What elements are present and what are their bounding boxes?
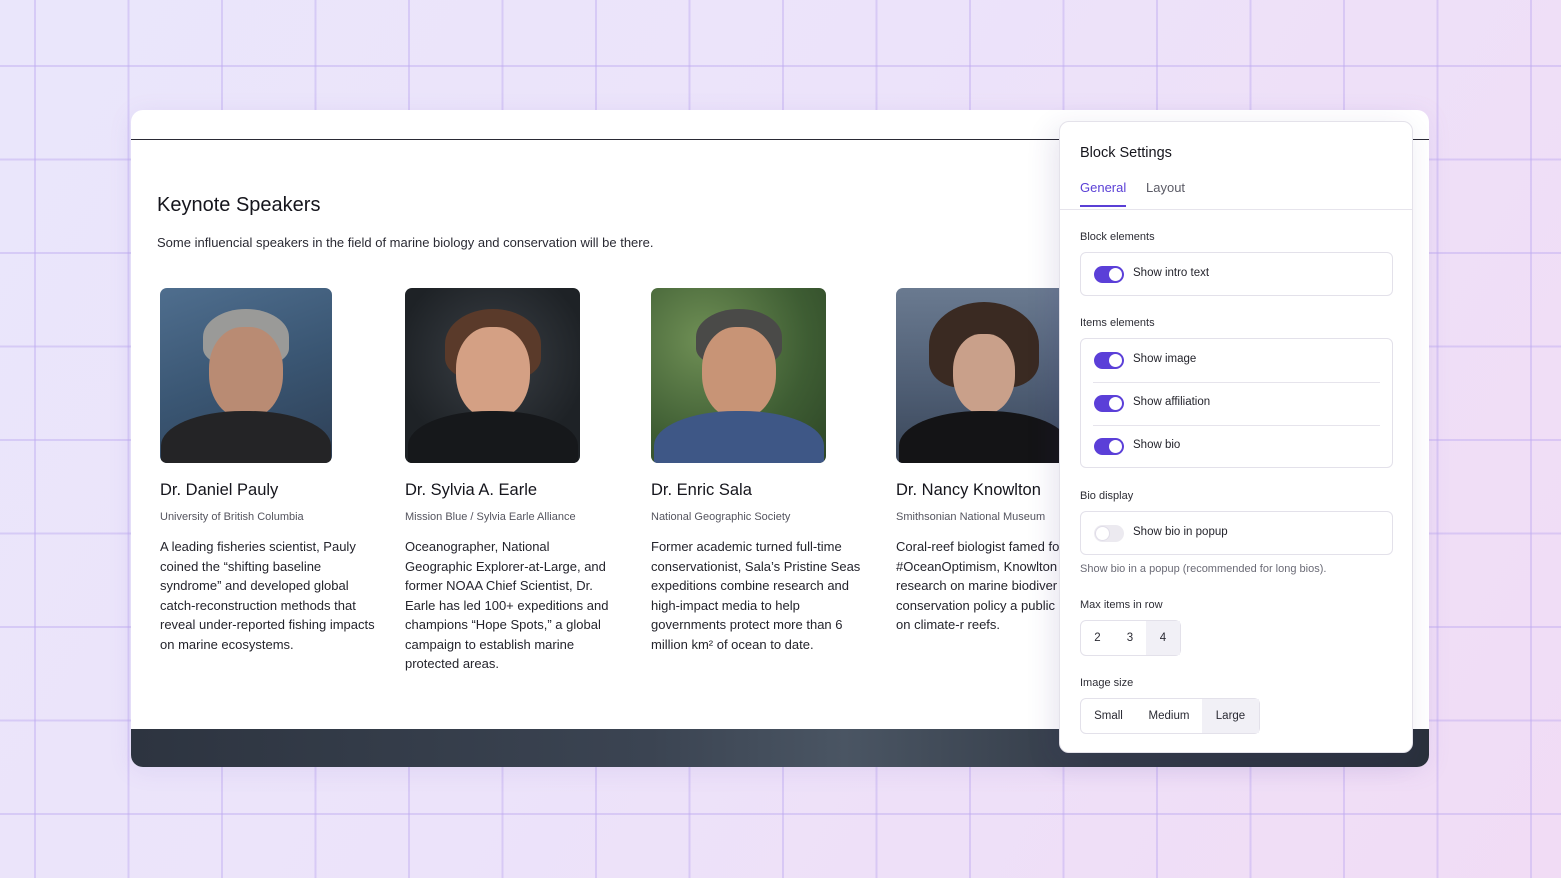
toggle-label: Show image [1133, 353, 1197, 365]
image-size-medium[interactable]: Medium [1136, 699, 1202, 733]
bio-help-text: Show bio in a popup (recommended for lon… [1080, 563, 1327, 575]
settings-tabs: General Layout [1060, 180, 1412, 210]
show-intro-text-toggle[interactable] [1094, 266, 1124, 283]
show-bio-in-popup-toggle[interactable] [1094, 525, 1124, 542]
section-title: Keynote Speakers [157, 194, 321, 216]
speaker-affiliation: Smithsonian National Museum [896, 511, 1046, 523]
image-size-selector: Small Medium Large [1080, 698, 1260, 734]
speaker-bio: Coral-reef biologist famed fo #OceanOpti… [896, 539, 1061, 632]
speaker-card: Dr. Nancy Knowlton Smithsonian National … [896, 288, 1061, 635]
max-items-option-2[interactable]: 2 [1081, 621, 1114, 655]
speaker-card: Dr. Sylvia A. Earle Mission Blue / Sylvi… [405, 288, 620, 674]
show-bio-toggle[interactable] [1094, 438, 1124, 455]
toggle-row-show-bio: Show bio [1081, 425, 1392, 468]
speaker-affiliation: University of British Columbia [160, 511, 304, 523]
bio-display-label: Bio display [1080, 490, 1134, 502]
speaker-bio: Oceanographer, National Geographic Explo… [405, 539, 609, 671]
tab-layout[interactable]: Layout [1146, 180, 1185, 205]
speaker-photo [651, 288, 826, 463]
toggle-row-show-bio-in-popup: Show bio in popup [1081, 512, 1392, 555]
toggle-label: Show bio in popup [1133, 526, 1228, 538]
speaker-name: Dr. Nancy Knowlton [896, 481, 1041, 499]
bio-display-group: Show bio in popup [1080, 511, 1393, 555]
image-size-large[interactable]: Large [1202, 699, 1259, 733]
speaker-name: Dr. Daniel Pauly [160, 481, 279, 499]
toggle-row-show-image: Show image [1081, 339, 1392, 382]
toggle-row-show-affiliation: Show affiliation [1081, 382, 1392, 425]
speaker-photo [405, 288, 580, 463]
settings-title: Block Settings [1080, 145, 1172, 161]
max-items-selector: 2 3 4 [1080, 620, 1181, 656]
speaker-name: Dr. Sylvia A. Earle [405, 481, 538, 499]
speaker-card: Dr. Daniel Pauly University of British C… [160, 288, 375, 654]
speaker-card: Dr. Enric Sala National Geographic Socie… [651, 288, 866, 654]
items-elements-label: Items elements [1080, 317, 1155, 329]
show-image-toggle[interactable] [1094, 352, 1124, 369]
block-settings-panel: Block Settings General Layout Block elem… [1059, 121, 1413, 753]
speaker-affiliation: Mission Blue / Sylvia Earle Alliance [405, 511, 576, 523]
section-intro: Some influencial speakers in the field o… [157, 235, 654, 250]
block-elements-group: Show intro text [1080, 252, 1393, 296]
block-elements-label: Block elements [1080, 231, 1155, 243]
max-items-option-3[interactable]: 3 [1114, 621, 1146, 655]
max-items-label: Max items in row [1080, 599, 1163, 611]
toggle-label: Show bio [1133, 439, 1181, 451]
speaker-name: Dr. Enric Sala [651, 481, 752, 499]
speaker-photo [896, 288, 1061, 463]
toggle-label: Show intro text [1133, 267, 1210, 279]
image-size-small[interactable]: Small [1081, 699, 1136, 733]
speaker-bio: A leading fisheries scientist, Pauly coi… [160, 539, 375, 652]
tab-general[interactable]: General [1080, 180, 1127, 207]
speaker-photo [160, 288, 332, 463]
items-elements-group: Show image Show affiliation Show bio [1080, 338, 1393, 468]
image-size-label: Image size [1080, 677, 1134, 689]
toggle-row-show-intro-text: Show intro text [1081, 253, 1392, 296]
max-items-option-4[interactable]: 4 [1146, 621, 1180, 655]
speaker-affiliation: National Geographic Society [651, 511, 791, 523]
speaker-bio: Former academic turned full-time conserv… [651, 539, 861, 652]
show-affiliation-toggle[interactable] [1094, 395, 1124, 412]
toggle-label: Show affiliation [1133, 396, 1211, 408]
